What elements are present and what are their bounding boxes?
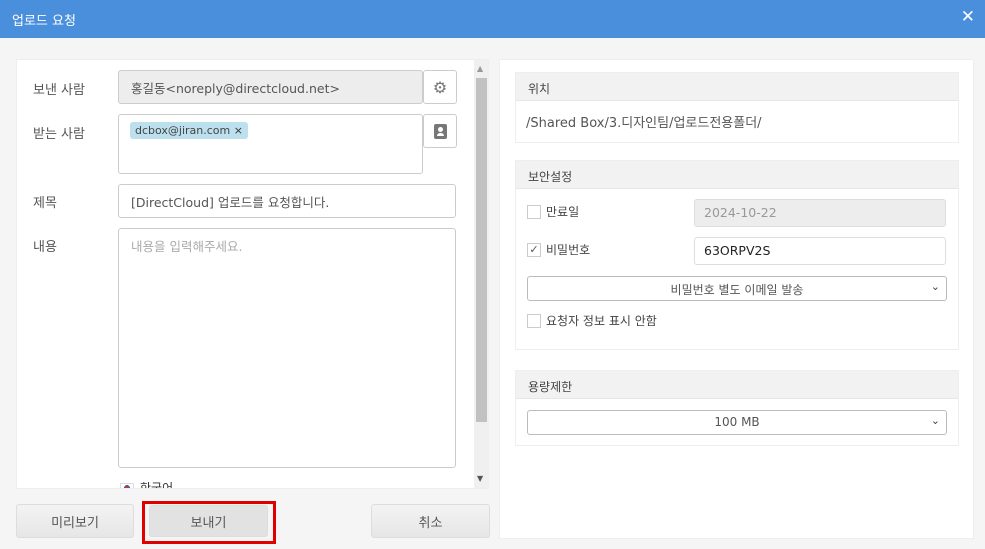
hide-requester-checkbox[interactable] <box>527 314 541 328</box>
capacity-select[interactable]: 100 MB ⌄ <box>527 410 947 435</box>
from-field: 홍길동<noreply@directcloud.net> <box>118 70 423 104</box>
expiry-checkbox[interactable] <box>527 205 541 219</box>
location-section: 위치 /Shared Box/3.디자인팀/업로드전용폴더/ <box>515 72 959 143</box>
gear-icon: ⚙ <box>432 77 448 97</box>
scroll-down-icon[interactable]: ▼ <box>477 474 483 483</box>
language-label: 한국어 <box>140 481 174 489</box>
scrollbar[interactable]: ▲ ▼ <box>474 60 488 488</box>
chevron-down-icon: ⌄ <box>930 280 940 293</box>
to-label: 받는 사람 <box>33 127 85 142</box>
korea-flag-icon <box>120 482 134 488</box>
scroll-up-icon[interactable]: ▲ <box>477 64 483 73</box>
address-book-icon <box>433 123 447 139</box>
capacity-value: 100 MB <box>714 415 760 429</box>
password-delivery-value: 비밀번호 별도 이메일 발송 <box>670 283 804 297</box>
settings-panel: 위치 /Shared Box/3.디자인팀/업로드전용폴더/ 보안설정 만료일 … <box>499 59 974 539</box>
remove-recipient-icon[interactable]: × <box>234 124 243 137</box>
preview-button[interactable]: 미리보기 <box>16 504 134 538</box>
subject-label: 제목 <box>33 196 57 211</box>
security-header: 보안설정 <box>516 161 958 189</box>
close-icon[interactable]: ✕ <box>961 7 975 27</box>
content-label: 내용 <box>33 240 57 255</box>
capacity-header: 용량제한 <box>516 371 958 399</box>
dialog-title: 업로드 요청 <box>12 14 76 29</box>
language-selector[interactable]: 한국어 <box>120 479 174 489</box>
chevron-down-icon: ⌄ <box>930 414 940 427</box>
scrollbar-thumb[interactable] <box>476 78 487 422</box>
recipients-field[interactable]: dcbox@jiran.com × <box>118 114 423 174</box>
from-label: 보낸 사람 <box>33 83 85 98</box>
content-textarea[interactable]: 내용을 입력해주세요. <box>118 228 456 468</box>
cancel-button[interactable]: 취소 <box>371 504 490 538</box>
password-delivery-select[interactable]: 비밀번호 별도 이메일 발송 ⌄ <box>527 276 947 301</box>
password-input[interactable]: 63ORPV2S <box>694 237 946 265</box>
send-button[interactable]: 보내기 <box>149 505 268 537</box>
gear-button[interactable]: ⚙ <box>423 70 457 104</box>
security-section: 보안설정 만료일 2024-10-22 ✓ 비밀번호 63ORPV2S 비밀번호… <box>515 160 959 350</box>
expiry-label: 만료일 <box>546 205 580 219</box>
message-form-panel: 보낸 사람 홍길동<noreply@directcloud.net> ⚙ 받는 … <box>16 59 489 489</box>
recipient-tag: dcbox@jiran.com × <box>130 122 248 139</box>
subject-input[interactable]: [DirectCloud] 업로드를 요청합니다. <box>118 184 456 218</box>
recipient-email: dcbox@jiran.com <box>135 124 231 137</box>
hide-requester-label: 요청자 정보 표시 안함 <box>546 314 657 328</box>
password-checkbox[interactable]: ✓ <box>527 243 541 257</box>
capacity-section: 용량제한 100 MB ⌄ <box>515 370 959 446</box>
dialog-titlebar: 업로드 요청 ✕ <box>0 0 985 38</box>
expiry-date-input: 2024-10-22 <box>694 199 946 227</box>
password-label: 비밀번호 <box>546 243 591 257</box>
location-header: 위치 <box>516 73 958 101</box>
address-book-button[interactable] <box>423 114 457 148</box>
location-path: /Shared Box/3.디자인팀/업로드전용폴더/ <box>526 116 762 131</box>
